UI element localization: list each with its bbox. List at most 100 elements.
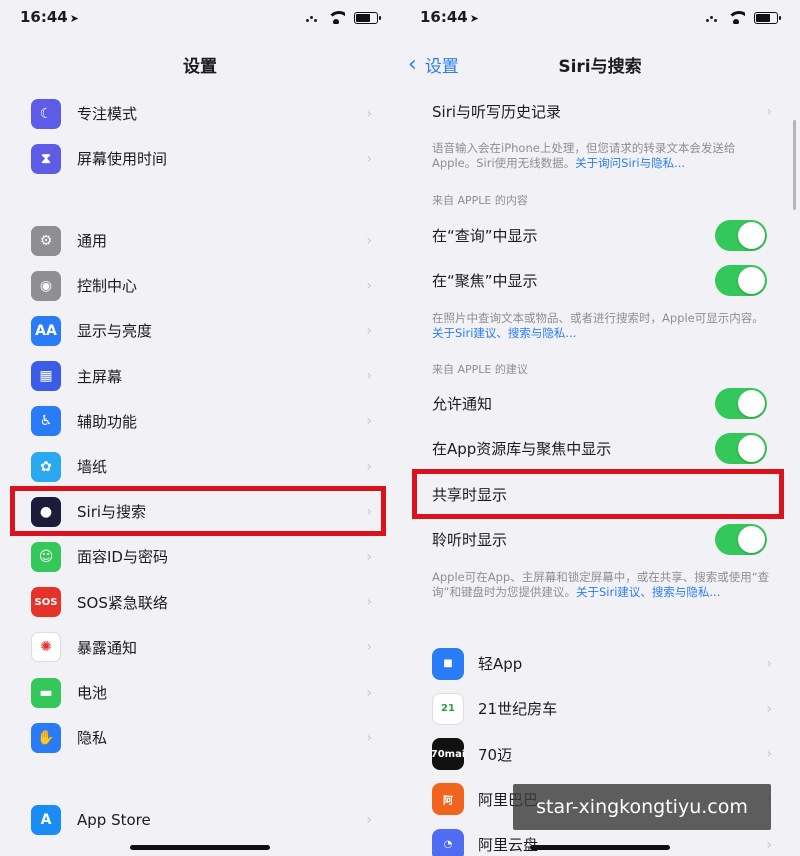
allow-notifications-row: 允许通知 [400, 381, 800, 426]
settings-row-label: 面容ID与密码 [77, 548, 168, 567]
qing-app-icon: ■ [432, 647, 464, 680]
status-time: 16:44 ➤ [420, 8, 479, 26]
location-icon: ➤ [469, 12, 479, 25]
settings-row-label: 屏幕使用时间 [77, 150, 168, 169]
chevron-right-icon: › [366, 413, 372, 430]
home-grid-icon: ▦ [31, 361, 61, 392]
chevron-right-icon: › [766, 655, 772, 672]
show-in-lookup-label: 在“查询”中显示 [432, 227, 538, 245]
chevron-left-icon: ‹ [408, 51, 417, 77]
history-footer: 语音输入会在iPhone上处理，但您请求的转录文本会发送给Apple。Siri使… [432, 141, 772, 171]
page-title: 设置 [183, 57, 217, 77]
show-when-listening-label: 聆听时显示 [432, 531, 508, 549]
toggles-icon: ◉ [31, 270, 61, 301]
settings-row-label: 隐私 [77, 729, 108, 748]
settings-row-battery[interactable]: ▬ 电池 › [0, 670, 400, 715]
settings-row-moon[interactable]: ☾ 专注模式 › [0, 91, 400, 136]
chevron-right-icon: › [366, 594, 372, 611]
settings-row-label: 墙纸 [77, 458, 108, 476]
chevron-right-icon: › [366, 458, 372, 475]
chevron-right-icon: › [366, 232, 372, 249]
back-label: 设置 [424, 57, 459, 77]
settings-row-toggles[interactable]: ◉ 控制中心 › [0, 263, 400, 308]
cellular-icon [306, 13, 318, 23]
rv21-app-icon: 21 [432, 692, 464, 725]
settings-row-gear[interactable]: ⚙ 通用 › [0, 218, 400, 263]
hand-icon: ✋ [31, 722, 61, 753]
app-row-label: 轻App [478, 655, 523, 673]
hourglass-icon: ⧗ [31, 143, 61, 174]
settings-row-label: 显示与亮度 [77, 322, 153, 341]
sos-icon: SOS [31, 587, 61, 618]
settings-row-home-grid[interactable]: ▦ 主屏幕 › [0, 354, 400, 399]
gear-icon: ⚙ [31, 225, 61, 256]
chevron-right-icon: › [366, 548, 372, 565]
page-title: Siri与搜索 [558, 57, 642, 77]
aliyun-drive-app-icon: ◔ [432, 828, 464, 856]
show-in-library-label: 在App资源库与聚焦中显示 [432, 440, 612, 458]
chevron-right-icon: › [366, 322, 372, 339]
show-in-spotlight-label: 在“聚焦”中显示 [432, 272, 538, 290]
settings-row-exposure[interactable]: ✺ 暴露通知 › [0, 625, 400, 670]
settings-row-flower[interactable]: ✿ 墙纸 › [0, 444, 400, 489]
show-in-spotlight-toggle[interactable] [715, 265, 767, 296]
settings-row-label: 通用 [77, 232, 108, 250]
chevron-right-icon: › [766, 836, 772, 853]
chevron-right-icon: › [366, 150, 372, 167]
scrollbar[interactable] [793, 120, 796, 210]
flower-icon: ✿ [31, 451, 61, 482]
settings-row-label: 专注模式 [77, 105, 138, 123]
show-in-library-row: 在App资源库与聚焦中显示 [400, 426, 800, 471]
chevron-right-icon: › [366, 105, 372, 122]
chevron-right-icon: › [366, 811, 372, 828]
siri-history-row[interactable]: Siri与听写历史记录 › [400, 89, 800, 134]
chevron-right-icon: › [366, 729, 372, 746]
chevron-right-icon: › [366, 684, 372, 701]
chevron-right-icon: › [766, 103, 772, 120]
chevron-right-icon: › [766, 746, 772, 763]
watermark: star-xingkongtiyu.com [513, 784, 771, 830]
settings-row-face-id[interactable]: ☺ 面容ID与密码 › [0, 534, 400, 579]
alibaba-app-icon: 阿 [432, 783, 464, 816]
settings-row-text-size[interactable]: AA 显示与亮度 › [0, 308, 400, 353]
show-in-lookup-toggle[interactable] [715, 220, 767, 251]
settings-row-sos[interactable]: SOS SOS紧急联络 › [0, 580, 400, 625]
status-time: 16:44 ➤ [20, 8, 79, 26]
settings-row-label: 辅助功能 [77, 412, 138, 431]
show-when-listening-row: 聆听时显示 [400, 517, 800, 562]
app-row-rv21[interactable]: 21 21世纪房车 › [400, 686, 800, 731]
app-row-label: 70迈 [478, 745, 513, 764]
settings-row-app-store[interactable]: A App Store › [0, 797, 400, 842]
allow-notifications-label: 允许通知 [432, 395, 493, 413]
wifi-icon [327, 11, 345, 24]
back-button[interactable]: ‹ 设置 [408, 52, 459, 77]
app-row-label: 阿里云盘 [478, 836, 539, 855]
settings-row-hand[interactable]: ✋ 隐私 › [0, 715, 400, 760]
battery-status-icon [754, 11, 781, 24]
siri-suggestions-link-2[interactable]: 关于Siri建议、搜索与隐私... [576, 585, 720, 599]
settings-row-hourglass[interactable]: ⧗ 屏幕使用时间 › [0, 136, 400, 181]
moon-icon: ☾ [31, 98, 61, 129]
siri-privacy-link[interactable]: 关于询问Siri与隐私... [575, 156, 685, 170]
app-row-qing[interactable]: ■ 轻App › [400, 641, 800, 686]
text-size-icon: AA [31, 315, 61, 346]
settings-row-label: 暴露通知 [77, 638, 138, 657]
settings-row-accessibility[interactable]: ♿ 辅助功能 › [0, 399, 400, 444]
chevron-right-icon: › [366, 368, 372, 385]
section-header-suggestions: 来自 APPLE 的建议 [432, 363, 528, 376]
app-row-70mai[interactable]: 70mai 70迈 › [400, 732, 800, 777]
chevron-right-icon: › [366, 277, 372, 294]
settings-row-label: App Store [77, 810, 151, 829]
section1-footer: 在照片中查询文本或物品、或者进行搜索时，Apple可显示内容。关于Siri建议、… [432, 311, 772, 341]
status-bar: 16:44 ➤ [0, 8, 400, 30]
section2-footer: Apple可在App、主屏幕和锁定屏幕中，或在共享、搜索或使用“查询”和键盘时为… [432, 570, 772, 600]
show-when-listening-toggle[interactable] [715, 524, 767, 555]
show-in-library-toggle[interactable] [715, 433, 767, 464]
section1-footer-text: 在照片中查询文本或物品、或者进行搜索时，Apple可显示内容。 [432, 311, 764, 325]
allow-notifications-toggle[interactable] [715, 388, 767, 419]
settings-row-label: 电池 [77, 684, 108, 702]
battery-icon: ▬ [31, 677, 61, 708]
exposure-icon: ✺ [31, 632, 61, 663]
show-in-lookup-row: 在“查询”中显示 [400, 213, 800, 258]
siri-suggestions-link[interactable]: 关于Siri建议、搜索与隐私... [432, 326, 576, 340]
